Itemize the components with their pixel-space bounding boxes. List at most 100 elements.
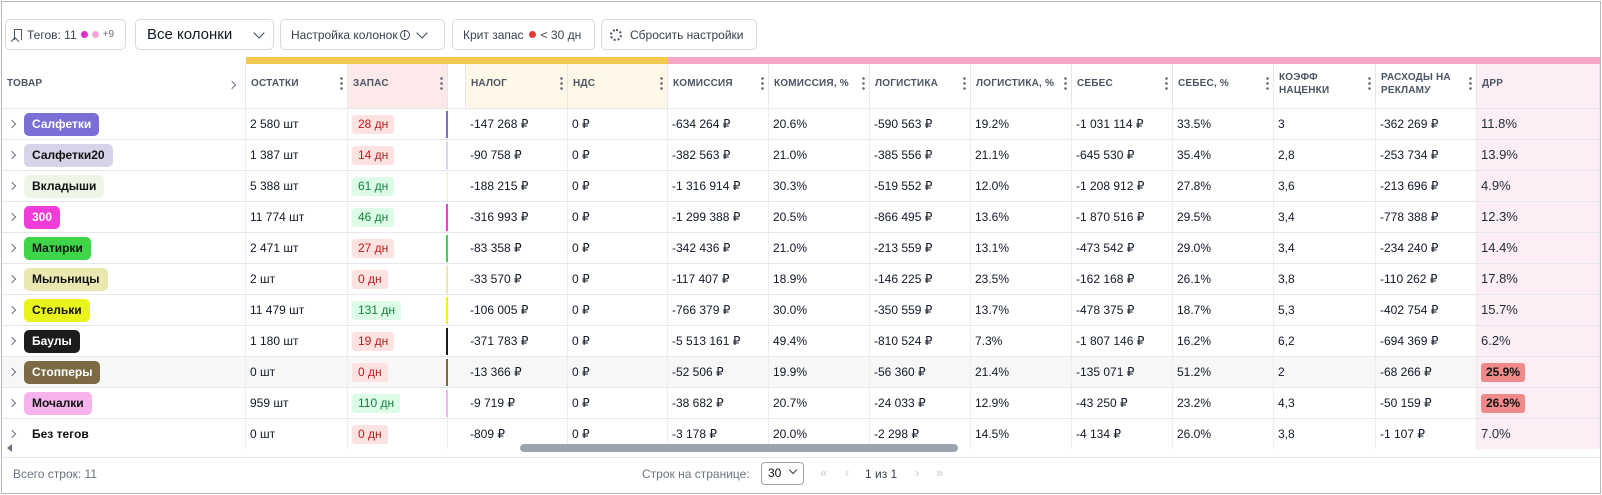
chevron-right-icon[interactable]: [7, 429, 17, 439]
table-row[interactable]: 300 11 774 шт 46 дн -316 993 ₽0 ₽ -1 299 388…: [2, 201, 1600, 232]
horizontal-scrollbar[interactable]: [2, 440, 1600, 454]
product-tag[interactable]: Матирки: [24, 237, 91, 260]
drr-cell: 15.7%: [1477, 295, 1600, 325]
product-tag[interactable]: Салфетки20: [24, 144, 113, 167]
tags-filter-button[interactable]: Тегов: 11 +9: [5, 19, 126, 50]
table-row[interactable]: Баулы 1 180 шт 19 дн -371 783 ₽0 ₽ -5 513 16…: [2, 325, 1600, 356]
log-cell: -519 552 ₽: [870, 171, 971, 201]
column-menu-icon[interactable]: [1064, 76, 1067, 90]
column-header-label: Товар: [7, 78, 43, 89]
chevron-down-icon: [788, 465, 798, 475]
table-row[interactable]: Стопперы 0 шт 0 дн -13 366 ₽0 ₽ -52 506 ₽19.…: [2, 356, 1600, 387]
table-row[interactable]: Салфетки20 1 387 шт 14 дн -90 758 ₽0 ₽ -382 …: [2, 139, 1600, 170]
chevron-right-icon[interactable]: [7, 119, 17, 129]
table-row[interactable]: Стельки 11 479 шт 131 дн -106 005 ₽0 ₽ -766 …: [2, 294, 1600, 325]
ads-cell: -402 754 ₽: [1376, 295, 1477, 325]
column-menu-icon[interactable]: [1165, 76, 1168, 90]
column-header-logistika-pct[interactable]: Логистика, %: [971, 64, 1072, 108]
rows-per-page-select[interactable]: 30: [761, 462, 804, 485]
kom-cell: -382 563 ₽: [668, 140, 769, 170]
table-row[interactable]: Матирки 2 471 шт 27 дн -83 358 ₽0 ₽ -342 436…: [2, 232, 1600, 263]
tag-color-stripe: [446, 204, 448, 231]
chevron-right-icon[interactable]: [7, 367, 17, 377]
first-page-icon[interactable]: «: [820, 465, 827, 480]
column-header-sebes[interactable]: Себес: [1072, 64, 1173, 108]
expand-all-icon[interactable]: [227, 80, 237, 90]
column-header-nalog[interactable]: Налог: [466, 64, 568, 108]
column-menu-icon[interactable]: [1368, 76, 1371, 90]
chevron-right-icon[interactable]: [7, 305, 17, 315]
koeff-cell: 3: [1274, 109, 1376, 139]
product-tag[interactable]: 300: [24, 206, 61, 229]
scrollbar-thumb[interactable]: [520, 444, 958, 452]
table-row[interactable]: Вкладыши 5 388 шт 61 дн -188 215 ₽0 ₽ -1 316…: [2, 170, 1600, 201]
chevron-right-icon[interactable]: [7, 181, 17, 191]
drr-cell: 14.4%: [1477, 233, 1600, 263]
stock-cell: 2 шт: [246, 264, 348, 294]
column-header-sebes-pct[interactable]: Себес, %: [1173, 64, 1274, 108]
product-tag[interactable]: Баулы: [24, 330, 80, 353]
column-header-zapas[interactable]: Запас: [348, 64, 448, 108]
stock-cell: 11 774 шт: [246, 202, 348, 232]
kom-cell: -766 379 ₽: [668, 295, 769, 325]
kom-pct-cell: 21.0%: [769, 140, 870, 170]
column-menu-icon[interactable]: [560, 76, 563, 90]
chevron-right-icon[interactable]: [7, 274, 17, 284]
column-header-nds[interactable]: НДС: [568, 64, 668, 108]
column-header-label: ДРР: [1482, 78, 1504, 89]
zapas-cell: 19 дн: [348, 326, 448, 356]
column-menu-icon[interactable]: [1469, 76, 1472, 90]
column-header-ostatki[interactable]: Остатки: [246, 64, 348, 108]
nds-cell: 0 ₽: [568, 202, 668, 232]
table-row[interactable]: Салфетки 2 580 шт 28 дн -147 268 ₽0 ₽ -634 2…: [2, 108, 1600, 139]
chevron-right-icon[interactable]: [7, 398, 17, 408]
column-menu-icon[interactable]: [340, 76, 343, 90]
column-header-drr[interactable]: ДРР: [1477, 64, 1600, 108]
crit-stock-filter-button[interactable]: Крит запас < 30 дн: [452, 19, 595, 50]
prev-page-icon[interactable]: ‹: [845, 465, 849, 480]
columns-settings-button[interactable]: Настройка колонок i: [280, 19, 445, 50]
column-header-koeff[interactable]: Коэфф наценки: [1274, 64, 1376, 108]
stock-days-badge: 110 дн: [352, 394, 401, 413]
column-menu-icon[interactable]: [660, 76, 663, 90]
product-tag[interactable]: Мыльницы: [24, 268, 108, 291]
product-tag[interactable]: Вкладыши: [24, 175, 105, 198]
product-tag[interactable]: Мочалки: [24, 392, 92, 415]
seb-cell: -1 208 912 ₽: [1072, 171, 1173, 201]
next-page-icon[interactable]: ›: [915, 465, 919, 480]
koeff-cell: 3,8: [1274, 264, 1376, 294]
column-menu-icon[interactable]: [1266, 76, 1269, 90]
column-header-product[interactable]: Товар: [2, 64, 246, 108]
product-tag[interactable]: Салфетки: [24, 113, 100, 136]
koeff-cell: 6,2: [1274, 326, 1376, 356]
chevron-right-icon[interactable]: [7, 243, 17, 253]
column-menu-icon[interactable]: [440, 76, 443, 90]
columns-select[interactable]: Все колонки: [135, 19, 274, 50]
zapas-cell: 131 дн: [348, 295, 448, 325]
column-menu-icon[interactable]: [761, 76, 764, 90]
column-header-rashody[interactable]: Расходы на рекламу: [1376, 64, 1477, 108]
reset-settings-button[interactable]: Сбросить настройки: [601, 19, 757, 50]
seb-pct-cell: 33.5%: [1173, 109, 1274, 139]
zapas-cell: 110 дн: [348, 388, 448, 418]
kom-cell: -52 506 ₽: [668, 357, 769, 387]
product-tag[interactable]: Стельки: [24, 299, 90, 322]
table-row[interactable]: Мыльницы 2 шт 0 дн -33 570 ₽0 ₽ -117 407 ₽18…: [2, 263, 1600, 294]
chevron-right-icon[interactable]: [7, 150, 17, 160]
column-header-logistika[interactable]: Логистика: [870, 64, 971, 108]
product-tag[interactable]: Стопперы: [24, 361, 101, 384]
column-header-komissiya[interactable]: Комиссия: [668, 64, 769, 108]
chevron-right-icon[interactable]: [7, 212, 17, 222]
column-header-komissiya-pct[interactable]: Комиссия, %: [769, 64, 870, 108]
nalog-cell: -147 268 ₽: [466, 109, 568, 139]
scroll-left-icon[interactable]: [7, 444, 12, 452]
last-page-icon[interactable]: »: [936, 465, 943, 480]
chevron-right-icon[interactable]: [7, 336, 17, 346]
log-cell: -24 033 ₽: [870, 388, 971, 418]
column-menu-icon[interactable]: [963, 76, 966, 90]
stock-cell: 5 388 шт: [246, 171, 348, 201]
log-cell: -146 225 ₽: [870, 264, 971, 294]
kom-pct-cell: 21.0%: [769, 233, 870, 263]
table-row[interactable]: Мочалки 959 шт 110 дн -9 719 ₽0 ₽ -38 682 ₽2…: [2, 387, 1600, 418]
column-menu-icon[interactable]: [862, 76, 865, 90]
